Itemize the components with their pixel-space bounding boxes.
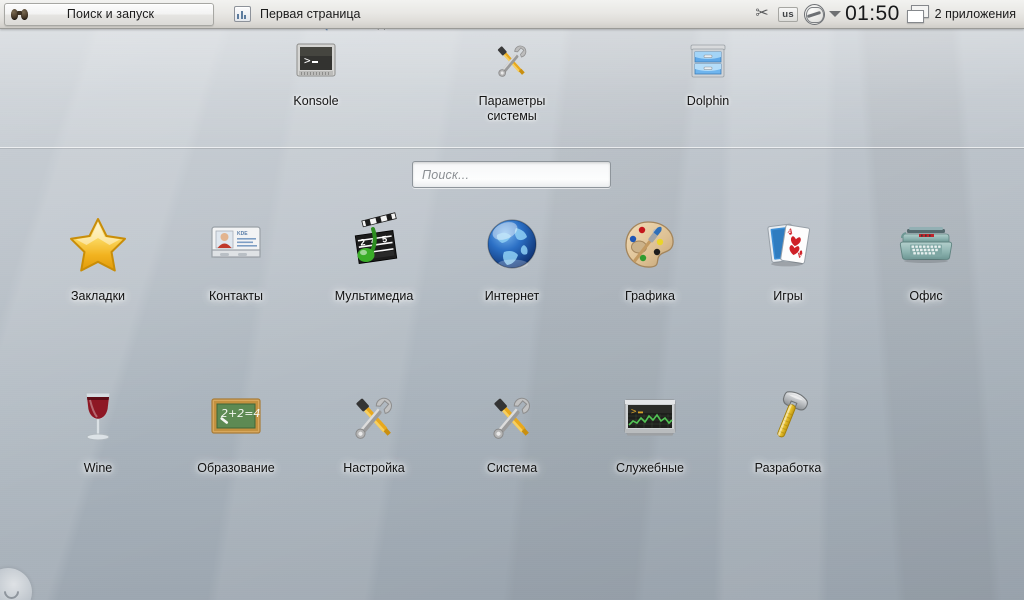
krunner-label: Поиск и запуск: [66, 7, 155, 21]
app-education[interactable]: 2+2=4 Образование: [167, 377, 305, 475]
klipper-icon[interactable]: ✂: [749, 1, 775, 27]
app-development[interactable]: Разработка: [719, 377, 857, 475]
app-office-label: Офис: [909, 289, 943, 303]
app-utilities[interactable]: > Служебные: [581, 377, 719, 475]
chevron-down-icon[interactable]: [829, 11, 842, 17]
tools-icon: [480, 385, 544, 449]
application-grid: Закладки KDE Контакты 2 4 5 Мультимедиа …: [0, 205, 1024, 475]
star-icon: [66, 213, 130, 277]
app-development-label: Разработка: [754, 461, 822, 475]
chalkboard-icon: 2+2=4: [204, 385, 268, 449]
top-panel: Поиск и запуск Первая страница ✂ us 01:5…: [0, 0, 1024, 29]
binoculars-icon: [11, 8, 28, 21]
svg-text:KDE: KDE: [237, 231, 248, 237]
favorite-konsole-label: Konsole: [293, 94, 339, 108]
favorites-row: > Konsole Параметры системы Dolphin: [0, 28, 1024, 156]
window-list-icon[interactable]: [906, 5, 929, 23]
favorites-strip: > Konsole Параметры системы Dolphin: [0, 28, 1024, 148]
keyboard-layout-indicator[interactable]: us: [775, 1, 801, 27]
dolphin-icon: [684, 37, 732, 85]
palette-icon: [618, 213, 682, 277]
favorite-system-settings-label: Параметры системы: [478, 94, 546, 123]
tools-icon: [342, 385, 406, 449]
playing-cards-icon: A A: [756, 213, 820, 277]
app-bookmarks-label: Закладки: [70, 289, 126, 303]
task-count-label: 2 приложения: [934, 7, 1016, 21]
favorite-konsole[interactable]: > Konsole: [256, 37, 376, 109]
app-wine[interactable]: Wine: [29, 377, 167, 475]
app-graphics-label: Графика: [625, 289, 675, 303]
favorite-dolphin[interactable]: Dolphin: [648, 37, 768, 109]
app-office[interactable]: Офис: [857, 205, 995, 303]
svg-text:>: >: [304, 54, 311, 67]
app-contacts[interactable]: KDE Контакты: [167, 205, 305, 303]
app-bookmarks[interactable]: Закладки: [29, 205, 167, 303]
app-internet-label: Интернет: [484, 289, 540, 303]
application-grid-row: Закладки KDE Контакты 2 4 5 Мультимедиа …: [29, 205, 1024, 303]
desktop-screen: Поиск и запуск Первая страница ✂ us 01:5…: [0, 0, 1024, 600]
terminal-graph-icon: >: [618, 385, 682, 449]
app-education-label: Образование: [197, 461, 275, 475]
svg-text:2+2=4: 2+2=4: [221, 407, 260, 420]
application-grid-row: Wine 2+2=4 Образование Настройка Система…: [29, 377, 1024, 475]
page-tab-first-page[interactable]: Первая страница: [226, 3, 368, 25]
app-graphics[interactable]: Графика: [581, 205, 719, 303]
knetworkmanager-icon[interactable]: [801, 1, 827, 27]
app-settings[interactable]: Настройка: [305, 377, 443, 475]
search-placeholder: Поиск...: [422, 167, 470, 182]
app-utilities-label: Служебные: [616, 461, 684, 475]
app-multimedia-label: Мультимедиа: [334, 289, 414, 303]
page-tab-label: Первая страница: [260, 7, 361, 21]
app-wine-label: Wine: [83, 461, 113, 475]
krunner-search-button[interactable]: Поиск и запуск: [4, 2, 214, 26]
favorite-system-settings[interactable]: Параметры системы: [452, 37, 572, 124]
page-grid-icon: [234, 6, 251, 22]
app-system[interactable]: Система: [443, 377, 581, 475]
app-games-label: Игры: [773, 289, 803, 303]
contact-card-icon: KDE: [204, 213, 268, 277]
hammer-icon: [756, 385, 820, 449]
multimedia-icon: 245: [342, 212, 406, 277]
digital-clock[interactable]: 01:50: [845, 2, 905, 27]
systemsettings-icon: [488, 37, 536, 85]
app-multimedia[interactable]: 245 Мультимедиа: [305, 205, 443, 303]
typewriter-icon: [894, 213, 958, 277]
app-internet[interactable]: Интернет: [443, 205, 581, 303]
system-tray: ✂ us 01:50 2 приложения: [749, 1, 1024, 27]
app-settings-label: Настройка: [343, 461, 405, 475]
wine-glass-icon: [66, 385, 130, 449]
app-games[interactable]: A A Игры: [719, 205, 857, 303]
konsole-icon: >: [292, 37, 340, 85]
favorite-dolphin-label: Dolphin: [686, 94, 730, 108]
app-system-label: Система: [486, 461, 538, 475]
search-input[interactable]: Поиск...: [412, 161, 611, 188]
app-contacts-label: Контакты: [209, 289, 263, 303]
globe-icon: [480, 213, 544, 277]
